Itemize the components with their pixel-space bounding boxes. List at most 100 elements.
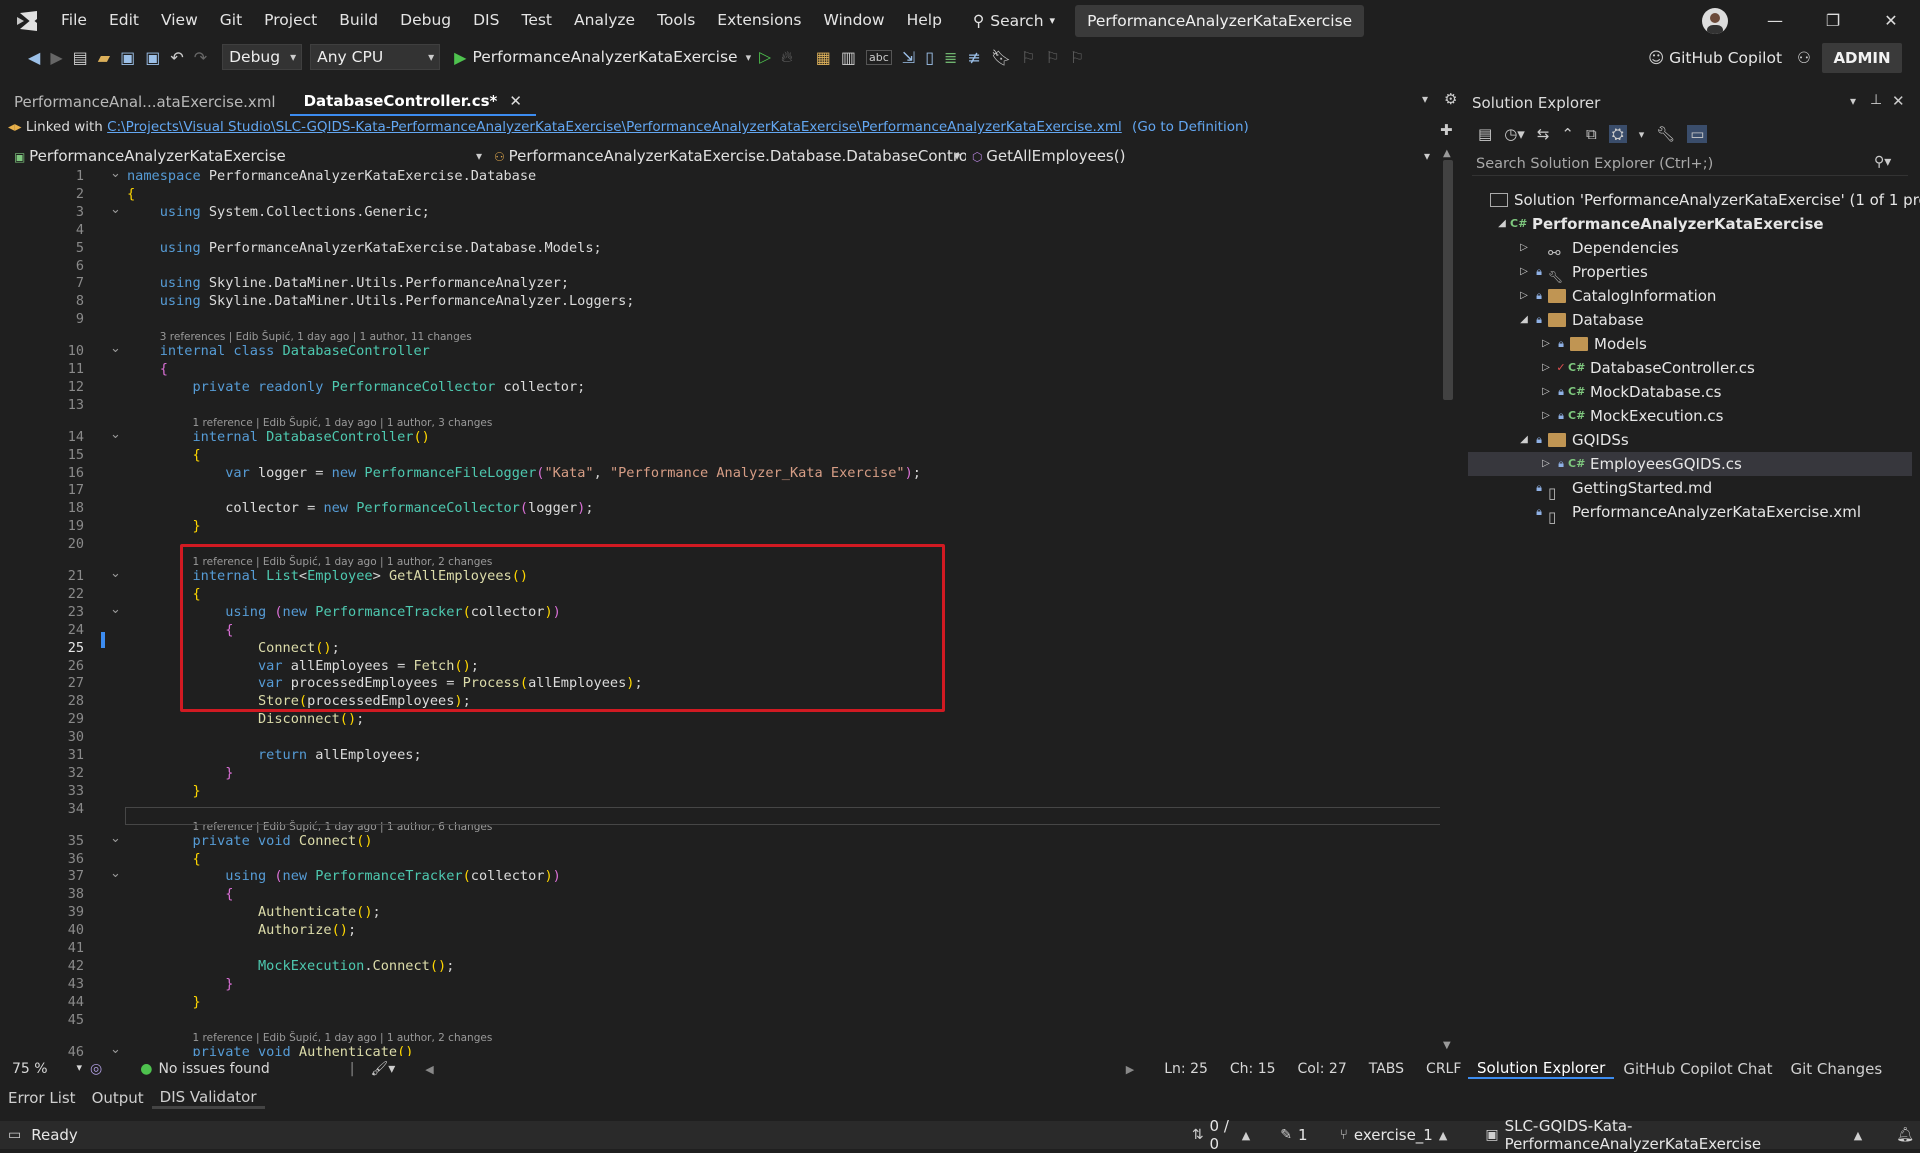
code-line[interactable]: using Skyline.DataMiner.Utils.Performanc…	[127, 293, 635, 309]
code-line[interactable]: internal class DatabaseController	[127, 343, 430, 359]
tree-item-gqidss[interactable]: ◢ 🔒︎ GQIDSs	[1516, 428, 1629, 452]
notification-icon[interactable]: ▭	[8, 1127, 21, 1143]
close-icon[interactable]: ✕	[1862, 11, 1920, 30]
code-line[interactable]: var logger = new PerformanceFileLogger("…	[127, 465, 921, 481]
code-line[interactable]: private readonly PerformanceCollector co…	[127, 379, 585, 395]
solution-search-input[interactable]: Search Solution Explorer (Ctrl+;)	[1472, 152, 1908, 176]
codelens-info[interactable]: 1 reference | Edib Šupić, 1 day ago | 1 …	[193, 1032, 493, 1044]
menu-extensions[interactable]: Extensions	[706, 0, 812, 41]
redo-icon[interactable]: ↷	[194, 48, 207, 67]
fold-toggle-icon[interactable]: ⌄	[110, 866, 121, 881]
pending-changes[interactable]: ⇅ 0 / 0 ▲	[1186, 1117, 1256, 1153]
expanded-arrow-icon[interactable]: ◢	[1494, 212, 1510, 236]
code-line[interactable]: Disconnect();	[127, 711, 364, 727]
code-line[interactable]: using System.Collections.Generic;	[127, 204, 430, 220]
line-ending-indicator[interactable]: CRLF	[1426, 1061, 1461, 1077]
menu-file[interactable]: File	[50, 0, 98, 41]
bookmark-clear-icon[interactable]: ⚐	[1070, 48, 1084, 67]
code-line[interactable]: using (new PerformanceTracker(collector)…	[127, 868, 561, 884]
project-dropdown[interactable]: ▣ PerformanceAnalyzerKataExercise	[8, 144, 488, 168]
split-icon[interactable]: ✚	[1440, 121, 1453, 139]
code-line[interactable]: MockExecution.Connect();	[127, 958, 454, 974]
expanded-arrow-icon[interactable]: ◢	[1516, 428, 1532, 452]
back-icon[interactable]: ◀	[28, 48, 40, 67]
scroll-down-icon[interactable]: ▼	[1443, 1040, 1451, 1051]
save-icon[interactable]: ▣	[120, 48, 135, 67]
tree-item-solution[interactable]: Solution 'PerformanceAnalyzerKataExercis…	[1472, 188, 1920, 212]
menu-build[interactable]: Build	[328, 0, 389, 41]
forward-icon[interactable]: ▶	[50, 48, 62, 67]
code-line[interactable]: {	[127, 886, 233, 902]
code-cleanup-icon[interactable]: 🖌︎▾	[370, 1061, 395, 1077]
scroll-left-icon[interactable]: ◀	[425, 1063, 433, 1076]
collapsed-arrow-icon[interactable]: ▷	[1538, 332, 1554, 356]
tree-item-properties[interactable]: ▷ 🔒︎ 🔧︎ Properties	[1516, 260, 1648, 284]
uncomment-icon[interactable]: ≢	[967, 48, 980, 67]
code-line[interactable]: {	[127, 186, 135, 202]
tab-github-copilot-chat[interactable]: GitHub Copilot Chat	[1614, 1060, 1781, 1078]
undo-icon[interactable]: ↶	[170, 48, 183, 67]
scrollbar-thumb[interactable]	[1443, 160, 1453, 400]
tree-item-database[interactable]: ◢ 🔒︎ Database	[1516, 308, 1643, 332]
menu-view[interactable]: View	[150, 0, 209, 41]
new-project-icon[interactable]: ▤	[73, 48, 88, 67]
diagnostics-icon[interactable]: ▯	[925, 48, 934, 67]
fold-toggle-icon[interactable]: ⌄	[110, 341, 121, 356]
minimize-icon[interactable]: —	[1746, 11, 1804, 30]
go-to-definition-link[interactable]: (Go to Definition)	[1132, 119, 1249, 135]
member-dropdown[interactable]: ⬡ GetAllEmployees()	[966, 144, 1436, 168]
scroll-right-icon[interactable]: ▶	[1126, 1063, 1134, 1076]
issues-label[interactable]: No issues found	[158, 1061, 269, 1077]
restore-icon[interactable]: ❐	[1804, 11, 1862, 30]
open-folder-icon[interactable]: ▰	[98, 48, 110, 67]
bell-icon[interactable]: 🔔︎	[1896, 1127, 1914, 1143]
tree-item-cataloginformation[interactable]: ▷ 🔒︎ CatalogInformation	[1516, 284, 1716, 308]
history-icon[interactable]: ◷▾	[1504, 125, 1525, 143]
start-debugging-icon[interactable]: ▶	[454, 48, 466, 67]
tree-item-databasecontroller[interactable]: ▷ ✓ C# DatabaseController.cs	[1538, 356, 1755, 380]
branch-selector[interactable]: ⑂ exercise_1 ▲	[1334, 1126, 1454, 1144]
code-line[interactable]: internal DatabaseController()	[127, 429, 429, 445]
code-line[interactable]: }	[127, 976, 233, 992]
fold-toggle-icon[interactable]: ⌄	[110, 566, 121, 581]
tree-item-project[interactable]: ◢ C# PerformanceAnalyzerKataExercise	[1494, 212, 1823, 236]
menu-debug[interactable]: Debug	[389, 0, 462, 41]
solution-explorer-icon[interactable]: ▦	[816, 48, 831, 67]
code-line[interactable]: collector = new PerformanceCollector(log…	[127, 500, 593, 516]
code-line[interactable]: Authorize();	[127, 922, 356, 938]
menu-tools[interactable]: Tools	[646, 0, 706, 41]
chevron-down-icon[interactable]: ▾	[746, 51, 752, 64]
code-line[interactable]: using Skyline.DataMiner.Utils.Performanc…	[127, 275, 569, 291]
chevron-down-icon[interactable]: ▾	[1639, 128, 1645, 141]
menu-edit[interactable]: Edit	[98, 0, 150, 41]
code-line[interactable]: }	[127, 783, 200, 799]
bookmark-icon[interactable]: 🔖︎	[991, 48, 1011, 67]
tree-item-mockexecution[interactable]: ▷ 🔒︎ C# MockExecution.cs	[1538, 404, 1723, 428]
preview-icon[interactable]: ▭	[1687, 125, 1708, 143]
spell-check-icon[interactable]: abc	[866, 49, 892, 65]
configuration-select[interactable]: Debug	[222, 44, 303, 70]
close-icon[interactable]: ✕	[1892, 92, 1905, 110]
collapsed-arrow-icon[interactable]: ▷	[1538, 356, 1554, 380]
menu-analyze[interactable]: Analyze	[563, 0, 646, 41]
code-line[interactable]: private void Connect()	[127, 833, 372, 849]
linked-path-link[interactable]: C:\Projects\Visual Studio\SLC-GQIDS-Kata…	[107, 119, 1122, 135]
start-target-button[interactable]: PerformanceAnalyzerKataExercise	[472, 48, 737, 66]
fold-toggle-icon[interactable]: ⌄	[110, 427, 121, 442]
menu-dis[interactable]: DIS	[462, 0, 510, 41]
tab-output[interactable]: Output	[84, 1089, 152, 1107]
char-indicator[interactable]: Ch: 15	[1230, 1061, 1276, 1077]
menu-test[interactable]: Test	[510, 0, 563, 41]
save-all-icon[interactable]: ▣	[145, 48, 160, 67]
code-line[interactable]: private void Authenticate()	[127, 1044, 413, 1057]
code-line[interactable]: using PerformanceAnalyzerKataExercise.Da…	[127, 240, 602, 256]
tab-solution-explorer[interactable]: Solution Explorer	[1468, 1059, 1615, 1079]
collapsed-arrow-icon[interactable]: ▷	[1516, 236, 1532, 260]
tab-overflow-icon[interactable]: ▾	[1422, 92, 1428, 106]
sync-icon[interactable]: ⇆	[1537, 125, 1550, 143]
tree-item-employeesgqids[interactable]: ▷ 🔒︎ C# EmployeesGQIDS.cs	[1468, 452, 1912, 476]
code-line[interactable]: {	[127, 361, 168, 377]
menu-help[interactable]: Help	[896, 0, 953, 41]
tab-databasecontroller[interactable]: DatabaseController.cs* ✕	[289, 88, 536, 116]
collapsed-arrow-icon[interactable]: ▷	[1516, 260, 1532, 284]
